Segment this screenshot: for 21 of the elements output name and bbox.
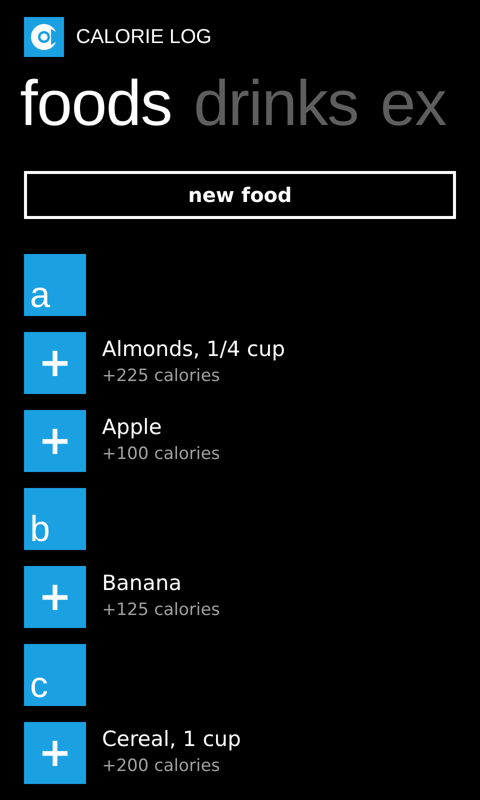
calorie-count: +100 calories — [102, 443, 220, 466]
pivot-tab[interactable]: foods — [20, 71, 172, 135]
group-header-tile[interactable]: c — [24, 644, 86, 706]
calorie-count: +225 calories — [102, 365, 222, 388]
pivot-tab[interactable]: ex — [380, 71, 446, 135]
calorie-count: +200 calories — [102, 755, 222, 778]
food-name[interactable]: Cereal, 1 cup — [102, 724, 241, 754]
calorie-count: +125 calories — [102, 599, 220, 622]
group-header-tile[interactable]: a — [24, 254, 86, 316]
group-header-tile[interactable]: b — [24, 488, 86, 550]
add-tile[interactable]: + — [24, 722, 86, 784]
add-tile[interactable]: + — [24, 332, 86, 394]
food-name[interactable]: Apple — [102, 412, 220, 442]
add-tile[interactable]: + — [24, 410, 86, 472]
new-food-button[interactable]: new food — [24, 171, 456, 219]
add-tile[interactable]: + — [24, 566, 86, 628]
app-logo-icon — [24, 17, 64, 57]
food-name[interactable]: Almonds, 1/4 cup — [102, 334, 286, 364]
app-title: CALORIE LOG — [76, 26, 212, 48]
pivot-tab[interactable]: drinks — [194, 71, 358, 135]
food-name[interactable]: Banana — [102, 568, 220, 598]
